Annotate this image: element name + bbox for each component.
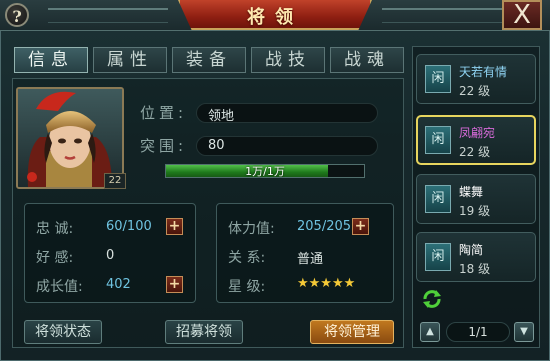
chevron-up-icon: ▲ — [426, 326, 434, 337]
tab-equipment[interactable]: 装备 — [172, 47, 246, 73]
page-indicator: 1/1 — [446, 322, 510, 342]
growth-value: 402 — [106, 277, 131, 292]
loyalty-value: 60/100 — [106, 219, 152, 234]
star-rating: ★★★★★ — [297, 276, 356, 291]
idle-status-badge: 闲 — [425, 126, 451, 154]
page-down-button[interactable]: ▼ — [514, 322, 534, 342]
relation-value: 普通 — [297, 252, 324, 267]
plus-icon: + — [168, 218, 181, 234]
title-ornament-right — [382, 8, 502, 23]
idle-status-badge: 闲 — [425, 65, 451, 93]
plus-icon: + — [354, 218, 367, 234]
window-title: 将领 — [247, 7, 303, 28]
general-level: 18 级 — [459, 262, 491, 276]
breakthrough-value: 80 — [208, 138, 225, 153]
title-ornament-left — [48, 8, 168, 23]
general-name: 凤翩宛 — [459, 126, 496, 140]
page-up-button[interactable]: ▲ — [420, 322, 440, 342]
general-level: 22 级 — [459, 84, 491, 98]
add-growth-button[interactable]: + — [166, 276, 183, 293]
general-name: 蝶舞 — [459, 185, 484, 199]
close-icon: X — [513, 0, 531, 30]
general-level-badge: 22 — [104, 173, 126, 189]
position-value: 领地 — [208, 109, 235, 124]
help-button[interactable]: ? — [5, 3, 29, 27]
add-stamina-button[interactable]: + — [352, 218, 369, 235]
stamina-label: 体力值: — [228, 221, 275, 237]
general-card[interactable]: 闲 陶简 18 级 — [416, 232, 536, 282]
loyalty-label: 忠 诚: — [36, 221, 74, 237]
affection-value: 0 — [106, 248, 115, 263]
refresh-icon[interactable] — [421, 288, 443, 310]
idle-status-badge: 闲 — [425, 243, 451, 271]
general-name: 陶简 — [459, 243, 484, 257]
add-loyalty-button[interactable]: + — [166, 218, 183, 235]
tab-skills[interactable]: 战技 — [251, 47, 325, 73]
stamina-value: 205/205 — [297, 219, 352, 234]
help-icon: ? — [12, 7, 22, 26]
general-card[interactable]: 闲 天若有情 22 级 — [416, 54, 536, 104]
general-level: 19 级 — [459, 204, 491, 218]
manage-general-button[interactable]: 将领管理 — [310, 320, 394, 344]
affection-label: 好 感: — [36, 250, 74, 266]
close-button[interactable]: X — [502, 0, 542, 30]
general-status-button[interactable]: 将领状态 — [24, 320, 102, 344]
tab-soul[interactable]: 战魂 — [330, 47, 404, 73]
idle-status-badge: 闲 — [425, 185, 451, 213]
growth-label: 成长值: — [36, 279, 83, 295]
general-name: 天若有情 — [459, 65, 508, 79]
general-level: 22 级 — [459, 145, 491, 159]
star-level-label: 星 级: — [228, 279, 266, 295]
troops-text: 1万/1万 — [245, 165, 285, 178]
tab-attributes[interactable]: 属性 — [93, 47, 167, 73]
recruit-general-button[interactable]: 招募将领 — [165, 320, 243, 344]
relation-label: 关 系: — [228, 250, 266, 266]
breakthrough-label: 突围: — [140, 137, 188, 155]
general-card[interactable]: 闲 蝶舞 19 级 — [416, 174, 536, 224]
position-label: 位置: — [140, 104, 188, 122]
generals-window: ? 将领 X 信息 属性 装备 战技 战魂 22 位置: 领地 突围: 80 1… — [0, 0, 550, 361]
chevron-down-icon: ▼ — [520, 326, 528, 337]
plus-icon: + — [168, 276, 181, 292]
general-card-selected[interactable]: 闲 凤翩宛 22 级 — [416, 115, 536, 165]
tab-info[interactable]: 信息 — [14, 47, 88, 73]
